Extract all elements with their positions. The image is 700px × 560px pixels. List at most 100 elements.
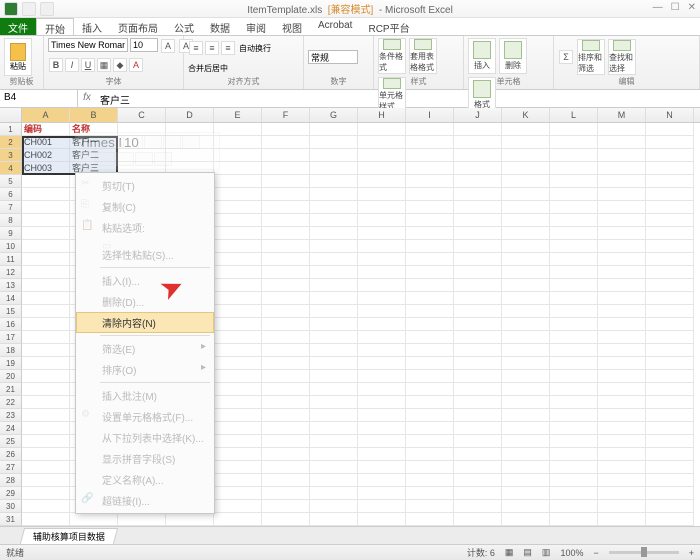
cell[interactable] [598, 318, 646, 331]
cell[interactable] [262, 201, 310, 214]
cell[interactable] [262, 500, 310, 513]
cell[interactable] [550, 383, 598, 396]
cell[interactable] [550, 253, 598, 266]
cell[interactable] [310, 474, 358, 487]
cell[interactable] [262, 383, 310, 396]
cell[interactable] [118, 513, 166, 526]
cell[interactable] [358, 318, 406, 331]
cell[interactable] [502, 162, 550, 175]
cell[interactable] [406, 175, 454, 188]
cell[interactable] [646, 344, 694, 357]
cell[interactable] [502, 487, 550, 500]
cell[interactable] [502, 435, 550, 448]
cell[interactable] [310, 357, 358, 370]
row-header[interactable]: 19 [0, 357, 22, 370]
cell[interactable] [646, 149, 694, 162]
cell[interactable] [22, 240, 70, 253]
row-header[interactable]: 9 [0, 227, 22, 240]
cell[interactable] [550, 474, 598, 487]
cell[interactable] [454, 162, 502, 175]
cell[interactable] [550, 409, 598, 422]
cell[interactable] [454, 409, 502, 422]
cell[interactable] [454, 370, 502, 383]
cell[interactable] [406, 188, 454, 201]
cell[interactable] [550, 500, 598, 513]
cell[interactable] [454, 240, 502, 253]
cell[interactable] [22, 279, 70, 292]
row-header[interactable]: 28 [0, 474, 22, 487]
cell[interactable] [406, 123, 454, 136]
cell[interactable] [262, 435, 310, 448]
cell[interactable] [310, 136, 358, 149]
cell[interactable] [22, 396, 70, 409]
cell[interactable] [358, 435, 406, 448]
table-format-button[interactable]: 套用表格格式 [409, 38, 437, 74]
row-header[interactable]: 23 [0, 409, 22, 422]
cell[interactable] [550, 448, 598, 461]
cell[interactable] [502, 409, 550, 422]
cell[interactable] [310, 240, 358, 253]
cell[interactable] [310, 409, 358, 422]
cell[interactable]: CH002 [22, 149, 70, 162]
row-header[interactable]: 20 [0, 370, 22, 383]
cell[interactable] [454, 435, 502, 448]
cell[interactable] [262, 266, 310, 279]
grow-font-icon[interactable]: A [161, 39, 175, 53]
cell[interactable] [454, 461, 502, 474]
cell[interactable] [454, 448, 502, 461]
cell[interactable] [598, 435, 646, 448]
mini-size-select[interactable] [123, 135, 143, 149]
cell[interactable] [358, 500, 406, 513]
cell[interactable] [358, 357, 406, 370]
ctx-comment[interactable]: 插入批注(M) [76, 385, 214, 406]
cell[interactable] [406, 500, 454, 513]
cell[interactable] [22, 292, 70, 305]
cell[interactable] [22, 435, 70, 448]
cell[interactable] [214, 500, 262, 513]
cell[interactable] [262, 344, 310, 357]
cell[interactable] [214, 357, 262, 370]
cell[interactable] [310, 344, 358, 357]
insert-cells-button[interactable]: 插入 [468, 38, 496, 74]
cell[interactable] [502, 383, 550, 396]
cell[interactable] [406, 344, 454, 357]
cell[interactable] [310, 175, 358, 188]
cell[interactable] [454, 149, 502, 162]
cell[interactable] [22, 318, 70, 331]
cell[interactable] [598, 279, 646, 292]
view-break-icon[interactable]: ▥ [542, 547, 551, 558]
cell[interactable] [22, 370, 70, 383]
cell[interactable] [262, 357, 310, 370]
zoom-out-icon[interactable]: − [593, 548, 598, 558]
row-header[interactable]: 12 [0, 266, 22, 279]
font-color-icon[interactable]: A [129, 58, 143, 72]
cell[interactable] [550, 435, 598, 448]
cell[interactable] [22, 487, 70, 500]
cell[interactable] [502, 344, 550, 357]
undo-icon[interactable] [40, 2, 54, 16]
tab-rcp[interactable]: RCP平台 [360, 18, 417, 35]
cell[interactable] [646, 331, 694, 344]
cell[interactable] [646, 357, 694, 370]
cell[interactable] [598, 175, 646, 188]
row-header[interactable]: 13 [0, 279, 22, 292]
cell[interactable] [406, 149, 454, 162]
cell[interactable] [310, 266, 358, 279]
ctx-clear-contents[interactable]: 清除内容(N) [76, 312, 214, 333]
cell[interactable] [214, 448, 262, 461]
cell[interactable] [358, 240, 406, 253]
row-header[interactable]: 26 [0, 448, 22, 461]
row-header[interactable]: 31 [0, 513, 22, 526]
cell[interactable] [358, 292, 406, 305]
zoom-level[interactable]: 100% [560, 548, 583, 558]
autosum-icon[interactable]: Σ [559, 50, 573, 64]
cell[interactable] [214, 188, 262, 201]
row-header[interactable]: 22 [0, 396, 22, 409]
mini-grow-icon[interactable] [182, 135, 200, 149]
ctx-format-cells[interactable]: ⚙设置单元格格式(F)... [76, 406, 214, 427]
cell[interactable] [454, 487, 502, 500]
cell[interactable] [550, 487, 598, 500]
cell[interactable] [550, 344, 598, 357]
col-header-B[interactable]: B [70, 108, 118, 122]
cell[interactable] [310, 201, 358, 214]
